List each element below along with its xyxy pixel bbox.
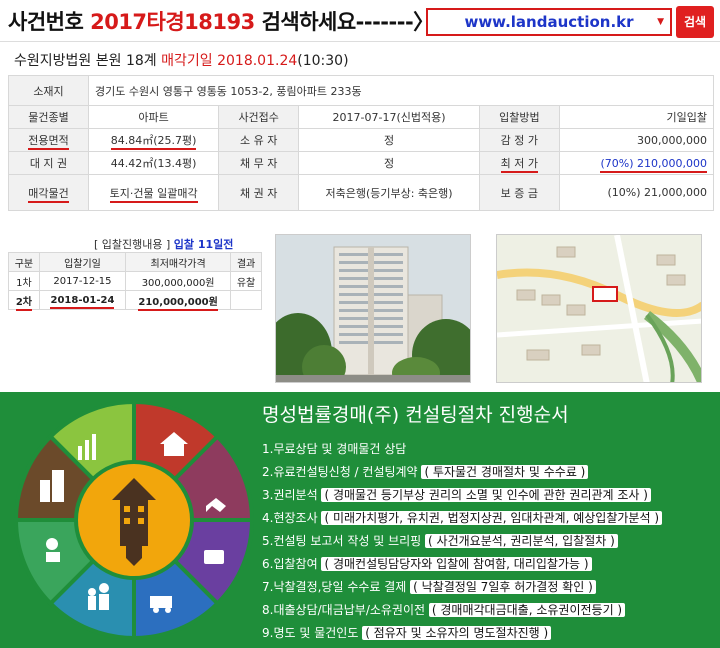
minimum-price: (70%) 210,000,000 [600, 156, 707, 173]
search-button[interactable]: 검색 [676, 6, 714, 38]
list-item: 4.현장조사 ( 미래가치평가, 유치권, 법정지상권, 임대차관계, 예상입찰… [262, 509, 663, 532]
location-value: 경기도 수원시 영통구 영통동 1053-2, 풍림아파트 233동 [88, 75, 714, 106]
step-detail: ( 점유자 및 소유자의 명도절차진행 ) [362, 626, 552, 640]
bid-result [230, 290, 262, 310]
bid-round: 2차 [15, 296, 33, 311]
info-key: 물건종별 [8, 105, 89, 129]
top-bar: 사건번호 2017타경18193 검색하세요-------〉 www.landa… [0, 0, 720, 42]
info-key: 전용면적 [28, 134, 69, 150]
case-label: 사건번호 [8, 10, 84, 34]
info-key: 보 증 금 [478, 174, 560, 211]
info-key: 감 정 가 [478, 128, 560, 152]
sale-date: 2018.01.24 [217, 53, 298, 69]
step-detail: ( 사건개요분석, 권리분석, 입찰절차 ) [425, 534, 618, 548]
step-text: 9.명도 및 물건인도 [262, 626, 359, 640]
table-row: 2차 2018-01-24 210,000,000원 [8, 290, 262, 311]
step-text: 7.낙찰결정,당일 수수료 결제 [262, 580, 407, 594]
process-steps: 1.무료상담 및 경매물건 상담 2.유료컨설팅신청 / 컨설팅계약 ( 투자물… [262, 440, 663, 647]
site-select[interactable]: www.landauction.kr ▼ [426, 8, 672, 36]
sale-time: (10:30) [297, 53, 349, 69]
info-value: 300,000,000 [558, 128, 715, 152]
step-text: 8.대출상담/대금납부/소유권이전 [262, 603, 426, 617]
chevron-down-icon: ▼ [657, 17, 664, 27]
info-value: 정 [298, 128, 480, 152]
property-info-table: 소재지 경기도 수원시 영통구 영통동 1053-2, 풍림아파트 233동 물… [8, 75, 715, 211]
list-item: 1.무료상담 및 경매물건 상담 [262, 440, 662, 463]
list-item: 9.명도 및 물건인도 ( 점유자 및 소유자의 명도절차진행 ) [262, 624, 662, 647]
map-image [497, 235, 701, 382]
bid-col-header: 최저매각가격 [125, 252, 232, 272]
court-line: 수원지방법원 본원 18계 매각기일 2018.01.24(10:30) [14, 50, 349, 70]
info-key: 사건접수 [218, 105, 300, 129]
location-map[interactable] [496, 234, 702, 383]
location-key: 소재지 [8, 75, 89, 106]
court-dept: 18계 [125, 53, 157, 69]
process-title: 명성법률경매(주) 컨설팅절차 진행순서 [262, 404, 569, 426]
consulting-section: 명성법률경매(주) 컨설팅절차 진행순서 1.무료상담 및 경매물건 상담 2.… [0, 392, 720, 648]
bid-date: 2018-01-24 [50, 294, 115, 309]
court-name: 수원지방법원 [14, 53, 92, 69]
info-key: 대 지 권 [8, 151, 89, 175]
list-item: 7.낙찰결정,당일 수수료 결제 ( 낙찰결정일 7일후 허가결정 확인 ) [262, 578, 662, 601]
step-detail: ( 경매매각대금대출, 소유권이전등기 ) [428, 603, 626, 617]
info-value: 저축은행(등기부상: 축은행) [298, 174, 480, 211]
step-detail: ( 투자물건 경매절차 및 수수료 ) [421, 465, 589, 479]
bid-table: 구분 입찰기일 최저매각가격 결과 1차 2017-12-15 300,000,… [8, 252, 262, 311]
info-key: 소 유 자 [218, 128, 300, 152]
case-tail: 검색하세요-------〉 [261, 10, 435, 34]
site-url: www.landauction.kr [464, 13, 634, 31]
case-number: 2017타경18193 [90, 10, 255, 34]
bid-price: 210,000,000원 [138, 296, 218, 311]
bid-heading: [ 입찰진행내용 ] 입찰 11일전 [94, 236, 233, 252]
info-key: 채 권 자 [218, 174, 300, 211]
info-value: 토지·건물 일괄매각 [109, 186, 198, 203]
list-item: 2.유료컨설팅신청 / 컨설팅계약 ( 투자물건 경매절차 및 수수료 ) [262, 463, 662, 486]
step-detail: ( 경매컨설팅담당자와 입찰에 참여함, 대리입찰가능 ) [321, 557, 592, 571]
bid-progress-panel: [ 입찰진행내용 ] 입찰 11일전 구분 입찰기일 최저매각가격 결과 1차 … [8, 230, 262, 385]
apartment-building-image [276, 235, 470, 382]
info-key: 최 저 가 [500, 157, 539, 173]
consulting-wheel [13, 399, 255, 641]
list-item: 6.입찰참여 ( 경매컨설팅담당자와 입찰에 참여함, 대리입찰가능 ) [262, 555, 662, 578]
list-item: 5.컨설팅 보고서 작성 및 브리핑 ( 사건개요분석, 권리분석, 입찰절차 … [262, 532, 662, 555]
bid-countdown: 입찰 11일전 [173, 238, 234, 251]
bid-col-header: 입찰기일 [38, 252, 127, 272]
info-value: 기일입찰 [558, 105, 715, 129]
info-value: 2017-07-17(신법적용) [298, 105, 480, 129]
step-text: 1.무료상담 및 경매물건 상담 [262, 442, 407, 456]
info-value: (10%) 21,000,000 [558, 174, 715, 211]
bid-date: 2017-12-15 [38, 271, 127, 291]
info-value: 84.84㎡(25.7평) [110, 134, 197, 150]
sale-label: 매각기일 [161, 53, 213, 69]
bid-round: 1차 [8, 271, 40, 291]
bid-price: 300,000,000원 [125, 271, 232, 291]
bid-col-header: 결과 [230, 252, 262, 272]
bid-heading-label: [ 입찰진행내용 ] [94, 238, 171, 251]
table-row: 1차 2017-12-15 300,000,000원 유찰 [8, 271, 262, 291]
info-key: 입찰방법 [478, 105, 560, 129]
court-branch: 본원 [95, 53, 122, 69]
info-value: 아파트 [87, 105, 220, 129]
bid-result: 유찰 [230, 271, 262, 291]
info-value: 정 [298, 151, 480, 175]
building-photo[interactable] [275, 234, 471, 383]
step-text: 4.현장조사 [262, 511, 318, 525]
case-prompt: 사건번호 2017타경18193 검색하세요-------〉 [8, 6, 434, 36]
step-detail: ( 경매물건 등기부상 권리의 소멸 및 인수에 관한 권리관계 조사 ) [321, 488, 651, 502]
info-key: 채 무 자 [218, 151, 300, 175]
bid-col-header: 구분 [8, 252, 40, 272]
step-text: 2.유료컨설팅신청 / 컨설팅계약 [262, 465, 418, 479]
info-key: 매각물건 [28, 186, 69, 203]
list-item: 8.대출상담/대금납부/소유권이전 ( 경매매각대금대출, 소유권이전등기 ) [262, 601, 662, 624]
step-text: 5.컨설팅 보고서 작성 및 브리핑 [262, 534, 422, 548]
step-detail: ( 미래가치평가, 유치권, 법정지상권, 임대차관계, 예상입찰가분석 ) [321, 511, 663, 525]
step-text: 6.입찰참여 [262, 557, 318, 571]
info-value: 44.42㎡(13.4평) [87, 151, 220, 175]
step-text: 3.권리분석 [262, 488, 318, 502]
step-detail: ( 낙찰결정일 7일후 허가결정 확인 ) [410, 580, 596, 594]
list-item: 3.권리분석 ( 경매물건 등기부상 권리의 소멸 및 인수에 관한 권리관계 … [262, 486, 662, 509]
